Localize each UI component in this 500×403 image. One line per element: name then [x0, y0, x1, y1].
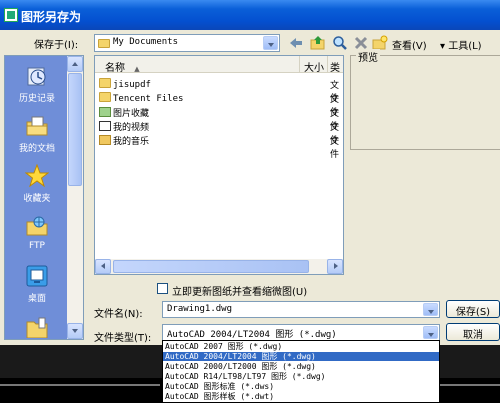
- search-web-icon[interactable]: [332, 35, 348, 51]
- place-label: 桌面: [27, 294, 46, 304]
- preview-label: 预览: [356, 49, 380, 64]
- cancel-button[interactable]: 取消: [446, 323, 500, 341]
- filetype-option[interactable]: AutoCAD 2000/LT2000 图形 (*.dwg): [163, 362, 439, 371]
- file-list[interactable]: 名称 ▲ 大小 类 jisupdf 文件 Tencent Files 文件 图片…: [94, 55, 344, 275]
- pictures-folder-icon: [99, 107, 111, 117]
- filetype-option[interactable]: AutoCAD R14/LT98/LT97 图形 (*.dwg): [163, 372, 439, 381]
- places-bar: 历史记录 我的文档 收藏夹 FTP 桌面: [4, 55, 84, 340]
- place-ftp[interactable]: FTP: [5, 214, 69, 251]
- filetype-option-selected[interactable]: AutoCAD 2004/LT2004 图形 (*.dwg): [163, 352, 439, 361]
- list-item[interactable]: Tencent Files: [99, 92, 183, 106]
- place-label: FTP: [29, 241, 45, 251]
- scroll-thumb[interactable]: [68, 73, 82, 186]
- filetype-select[interactable]: AutoCAD 2004/LT2004 图形 (*.dwg): [162, 324, 440, 341]
- chevron-down-icon[interactable]: [263, 36, 278, 50]
- up-one-level-icon[interactable]: [310, 35, 326, 51]
- list-item-type: 文件: [330, 137, 340, 160]
- place-label: 我的文档: [18, 144, 55, 154]
- app-icon: [4, 8, 18, 22]
- place-desktop[interactable]: 桌面: [5, 264, 69, 304]
- divider: [0, 384, 160, 386]
- views-menu[interactable]: 查看(V): [392, 37, 427, 52]
- chevron-down-icon[interactable]: [423, 303, 438, 316]
- place-history[interactable]: 历史记录: [5, 64, 69, 104]
- favorites-icon: [24, 163, 50, 188]
- videos-folder-icon: [99, 121, 111, 131]
- location-combo[interactable]: My Documents: [94, 34, 280, 52]
- save-drawing-dialog: 图形另存为 保存于(I): My Documents 查看(V) ▾ 工具(L)…: [0, 0, 500, 345]
- tools-menu[interactable]: ▾ 工具(L): [440, 37, 482, 52]
- place-my-documents[interactable]: 我的文档: [5, 114, 69, 154]
- save-button[interactable]: 保存(S): [446, 300, 500, 318]
- desktop-icon: [25, 264, 49, 288]
- divider: [440, 384, 500, 386]
- scroll-thumb[interactable]: [113, 260, 309, 273]
- folder-icon: [99, 92, 111, 102]
- window-title: 图形另存为: [21, 10, 82, 24]
- save-in-label: 保存于(I):: [34, 40, 79, 51]
- filename-label: 文件名(N):: [94, 309, 143, 320]
- chevron-down-icon[interactable]: [423, 326, 438, 339]
- places-scrollbar[interactable]: [67, 56, 83, 339]
- filetype-label: 文件类型(T):: [94, 333, 152, 344]
- location-value: My Documents: [113, 37, 179, 47]
- scroll-up-button[interactable]: [67, 56, 83, 72]
- history-icon: [25, 64, 49, 88]
- filetype-value: AutoCAD 2004/LT2004 图形 (*.dwg): [167, 330, 337, 340]
- filetype-dropdown-list[interactable]: AutoCAD 2007 图形 (*.dwg) AutoCAD 2004/LT2…: [162, 340, 440, 403]
- scroll-down-button[interactable]: [67, 323, 83, 339]
- place-favorites[interactable]: 收藏夹: [5, 163, 69, 204]
- update-thumbnail-checkbox[interactable]: [157, 283, 168, 294]
- music-folder-icon: [99, 135, 111, 145]
- preview-panel: [350, 55, 500, 150]
- filetype-option[interactable]: AutoCAD 图形样板 (*.dwt): [163, 392, 439, 401]
- folder-icon: [99, 78, 111, 88]
- list-item[interactable]: 我的音乐: [99, 134, 149, 148]
- filetype-option[interactable]: AutoCAD 2007 图形 (*.dwg): [163, 342, 439, 351]
- ftp-icon: [25, 214, 49, 238]
- filename-input[interactable]: Drawing1.dwg: [162, 301, 440, 318]
- folder-icon: [98, 39, 110, 48]
- filetype-option[interactable]: AutoCAD 图形标准 (*.dws): [163, 382, 439, 391]
- column-header-type[interactable]: 类: [328, 56, 343, 74]
- filename-value: Drawing1.dwg: [167, 304, 233, 314]
- back-icon[interactable]: [289, 36, 303, 50]
- list-item[interactable]: 我的视频: [99, 120, 149, 134]
- place-label: 收藏夹: [23, 194, 51, 204]
- my-documents-icon: [25, 114, 49, 138]
- sort-ascending-icon: ▲: [134, 65, 140, 73]
- more-places-icon[interactable]: [25, 314, 49, 339]
- update-thumbnail-label: 立即更新图纸并查看缩微图(U): [172, 287, 308, 298]
- title-bar: 图形另存为: [0, 0, 500, 30]
- scroll-left-button[interactable]: [95, 259, 111, 274]
- column-header-size[interactable]: 大小: [300, 56, 328, 74]
- list-item[interactable]: jisupdf: [99, 78, 151, 92]
- list-item[interactable]: 图片收藏: [99, 106, 149, 120]
- scroll-right-button[interactable]: [327, 259, 343, 274]
- place-label: 历史记录: [18, 94, 55, 104]
- column-header-name[interactable]: 名称 ▲: [95, 56, 300, 74]
- file-list-scrollbar[interactable]: [95, 259, 343, 274]
